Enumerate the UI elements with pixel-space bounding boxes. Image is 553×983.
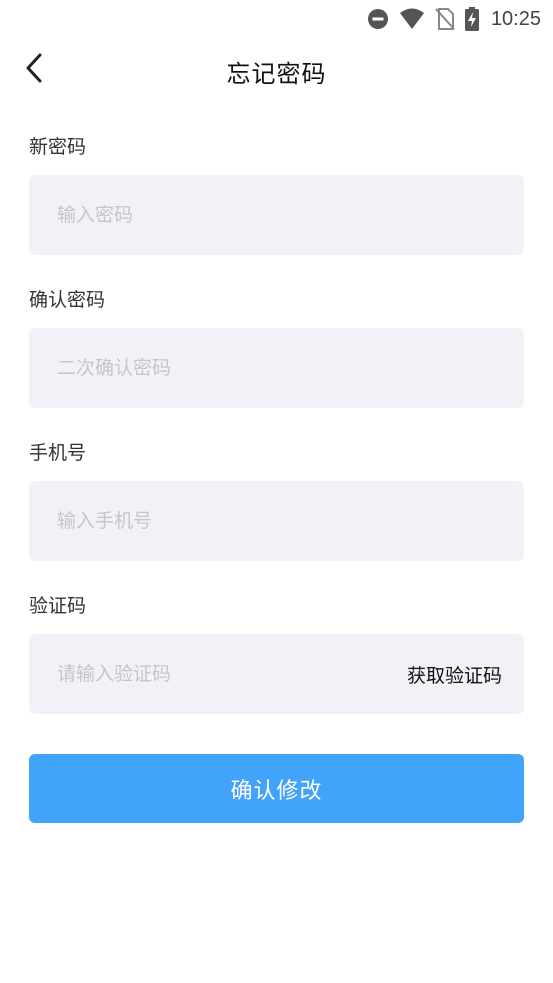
new-password-group: 新密码 bbox=[29, 134, 524, 255]
wifi-icon bbox=[399, 8, 425, 30]
reset-password-form: 新密码 确认密码 手机号 验证码 获取验证码 bbox=[29, 134, 524, 746]
confirm-password-box bbox=[29, 328, 524, 408]
phone-group: 手机号 bbox=[29, 440, 524, 561]
new-password-label: 新密码 bbox=[29, 136, 87, 158]
confirm-password-group: 确认密码 bbox=[29, 287, 524, 408]
phone-label: 手机号 bbox=[29, 442, 87, 464]
code-input[interactable] bbox=[29, 634, 407, 714]
new-password-box bbox=[29, 175, 524, 255]
confirm-password-label: 确认密码 bbox=[29, 289, 106, 311]
phone-input[interactable] bbox=[29, 481, 524, 561]
code-box: 获取验证码 bbox=[29, 634, 524, 714]
get-code-button[interactable]: 获取验证码 bbox=[407, 661, 524, 688]
code-label: 验证码 bbox=[29, 595, 87, 617]
phone-box bbox=[29, 481, 524, 561]
no-sim-icon bbox=[435, 7, 455, 31]
new-password-input[interactable] bbox=[29, 175, 524, 255]
status-bar: 10:25 bbox=[0, 0, 553, 38]
confirm-password-input[interactable] bbox=[29, 328, 524, 408]
battery-charging-icon bbox=[464, 7, 479, 31]
status-icons: 10:25 bbox=[367, 6, 541, 32]
page-title: 忘记密码 bbox=[226, 60, 327, 88]
confirm-modify-button[interactable]: 确认修改 bbox=[29, 754, 524, 823]
header: 忘记密码 bbox=[0, 38, 553, 102]
status-time: 10:25 bbox=[490, 7, 541, 30]
do-not-disturb-icon bbox=[367, 8, 389, 30]
code-group: 验证码 获取验证码 bbox=[29, 593, 524, 714]
